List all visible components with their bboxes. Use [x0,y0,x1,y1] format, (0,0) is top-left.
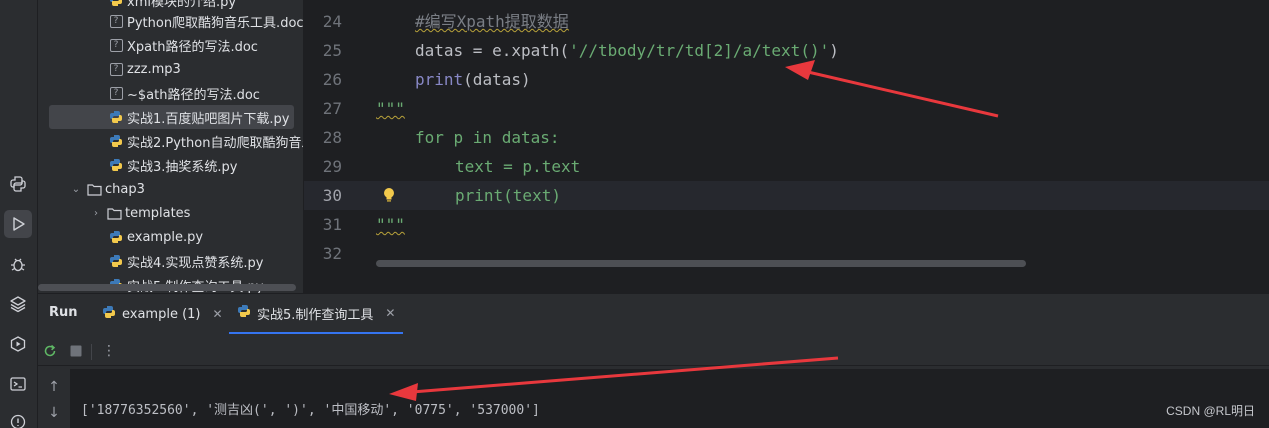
stop-icon[interactable] [66,341,86,361]
tree-item-label: 实战1.百度贴吧图片下载.py [127,111,290,127]
layers-icon[interactable] [4,290,32,318]
arrow-up-icon[interactable]: ↑ [44,379,64,399]
editor-horizontal-scrollbar[interactable] [376,260,1026,267]
close-icon[interactable]: ✕ [385,306,395,320]
run-panel-title: Run [49,305,78,320]
tree-item-label: templates [125,205,191,221]
close-icon[interactable]: ✕ [213,307,223,321]
code-line[interactable]: 27 """ [304,94,1269,123]
rerun-icon[interactable] [40,341,60,361]
code-text: text = p.text [455,157,581,176]
tree-folder-templates[interactable]: › templates [38,201,303,225]
code-text: datas = e.xpath('//tbody/tr/td[2]/a/text… [415,41,839,60]
python-file-icon [108,157,124,173]
line-number: 27 [322,99,342,118]
line-number: 31 [322,215,342,234]
chevron-down-icon[interactable]: ⌄ [69,181,83,197]
tree-item[interactable]: 实战2.Python自动爬取酷狗音乐 [38,129,303,153]
tree-item[interactable]: ? zzz.mp3 [38,57,303,81]
code-text: """ [376,215,405,234]
unknown-file-icon: ? [108,37,124,53]
chevron-right-icon[interactable]: › [89,205,103,221]
tree-item-label: example.py [127,229,204,245]
code-line[interactable]: 28 for p in datas: [304,123,1269,152]
activity-bar [0,0,38,428]
line-number: 28 [322,128,342,147]
line-number: 29 [322,157,342,176]
arrow-down-icon[interactable]: ↓ [44,405,64,425]
project-horizontal-scrollbar[interactable] [38,284,296,291]
debug-icon[interactable] [4,250,32,278]
python-file-icon [108,133,124,149]
python-file-icon [102,305,116,323]
tree-item-label: ~$ath路径的写法.doc [127,87,260,103]
code-line[interactable]: 31 """ [304,210,1269,239]
python-file-icon [237,304,251,322]
line-number: 30 [322,186,342,205]
code-text: """ [376,99,405,118]
tree-item-label: 实战3.抽奖系统.py [127,159,238,175]
code-line[interactable]: 29 text = p.text [304,152,1269,181]
folder-icon [106,205,122,221]
code-text: print(datas) [415,70,531,89]
tree-item[interactable]: 实战4.实现点赞系统.py [38,249,303,273]
terminal-icon[interactable] [4,370,32,398]
unknown-file-icon: ? [108,13,124,29]
python-file-icon [108,229,124,245]
line-number: 24 [322,12,342,31]
run-tab-bar: Run example (1) ✕ 实战5.制作查询工具 ✕ [38,294,1269,334]
unknown-file-icon: ? [108,85,124,101]
tree-item-label: 实战2.Python自动爬取酷狗音乐 [127,135,303,151]
unknown-file-icon: ? [108,61,124,77]
lightbulb-icon[interactable] [382,186,396,204]
tree-item-label: 实战4.实现点赞系统.py [127,255,264,271]
python-console-icon[interactable] [4,170,32,198]
tree-folder-chap3[interactable]: ⌄ chap3 [38,177,303,201]
tree-item[interactable]: ? ~$ath路径的写法.doc [38,81,303,105]
project-tree: xml模块的介绍.py ? Python爬取酷狗音乐工具.doc ? Xpath… [38,0,303,293]
tree-item[interactable]: ? Python爬取酷狗音乐工具.doc [38,9,303,33]
code-text: #编写Xpath提取数据 [415,7,569,36]
tree-item[interactable]: 实战1.百度贴吧图片下载.py [49,105,294,129]
python-file-icon [108,109,124,125]
code-line-current[interactable]: 30 print(text) [304,181,1269,210]
console-gutter: ↑ ↓ [38,369,70,428]
line-number: 26 [322,70,342,89]
run-tab-example[interactable]: example (1) ✕ [94,294,231,334]
problems-icon[interactable] [4,408,32,428]
tree-item-label: chap3 [105,181,145,197]
console-output-line: ['18776352560', '测吉凶(', ')', '中国移动', '07… [81,403,540,418]
watermark: CSDN @RL明日 [1166,404,1255,418]
code-text: for p in datas: [415,128,560,147]
console-output-area[interactable]: ['18776352560', '测吉凶(', ')', '中国移动', '07… [70,369,1269,428]
code-line[interactable]: 25 datas = e.xpath('//tbody/tr/td[2]/a/t… [304,36,1269,65]
tree-item[interactable]: ? Xpath路径的写法.doc [38,33,303,57]
services-icon[interactable] [4,330,32,358]
tree-item[interactable]: example.py [38,225,303,249]
toolbar-divider [91,344,92,360]
python-file-icon [108,0,124,8]
run-toolbar: ⋮ [38,336,1269,366]
line-number: 32 [322,244,342,263]
run-tab-query-tool[interactable]: 实战5.制作查询工具 ✕ [229,294,404,334]
code-editor[interactable]: 24 #编写Xpath提取数据 25 datas = e.xpath('//tb… [304,0,1269,293]
code-text: print(text) [455,186,561,205]
run-icon[interactable] [4,210,32,238]
comment-text: #编写Xpath提取数据 [415,12,569,31]
more-icon[interactable]: ⋮ [99,341,119,361]
folder-icon [86,181,102,197]
run-tab-label: example (1) [122,306,201,322]
tree-item-label: zzz.mp3 [127,61,181,77]
code-line[interactable]: 24 #编写Xpath提取数据 [304,7,1269,36]
line-number: 25 [322,41,342,60]
python-file-icon [108,253,124,269]
tree-item-label: Xpath路径的写法.doc [127,39,258,55]
tree-item[interactable]: 实战3.抽奖系统.py [38,153,303,177]
tree-item-label: Python爬取酷狗音乐工具.doc [127,15,303,31]
run-tab-label: 实战5.制作查询工具 [257,307,374,323]
code-line[interactable]: 26 print(datas) [304,65,1269,94]
run-tool-window: Run example (1) ✕ 实战5.制作查询工具 ✕ ⋮ ↑ ↓ ['1… [38,293,1269,428]
